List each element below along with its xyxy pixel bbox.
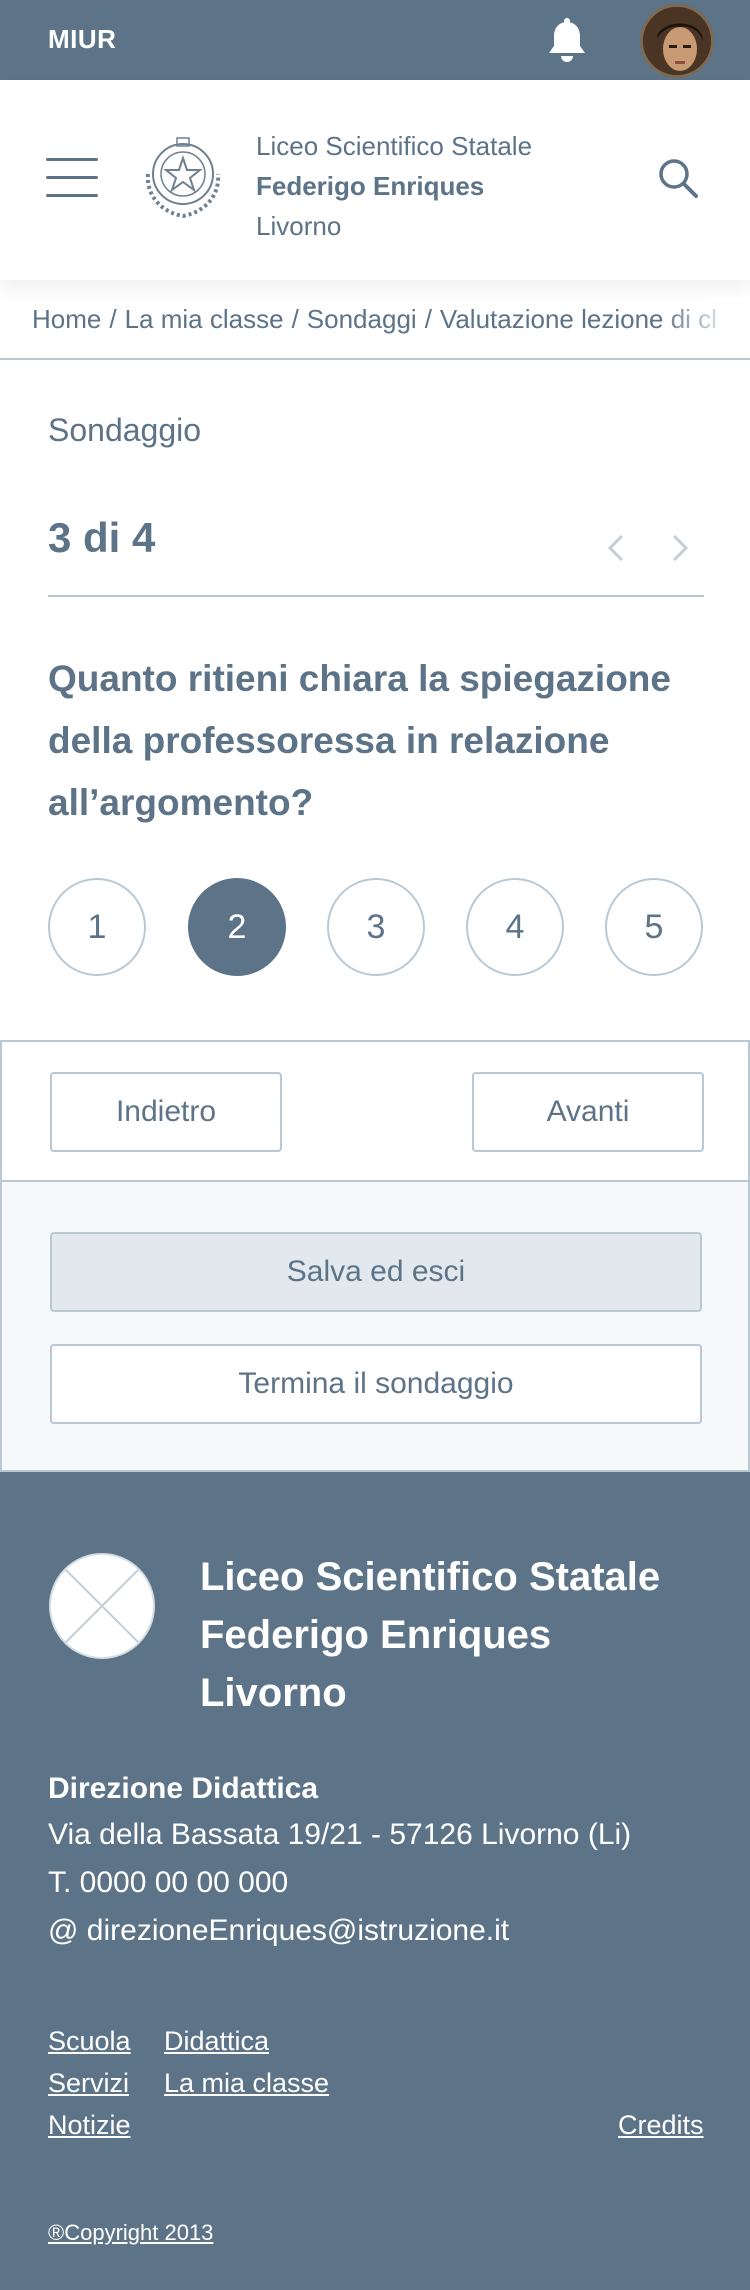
site-footer: Liceo Scientifico Statale Federigo Enriq… — [0, 1472, 750, 2290]
chevron-left-icon[interactable] — [602, 530, 630, 566]
action-panel: Salva ed esci Termina il sondaggio — [0, 1180, 750, 1472]
school-line-2: Federigo Enriques — [256, 171, 485, 201]
breadcrumb-separator: / — [424, 304, 432, 334]
footer-email[interactable]: @ direzioneEnriques@istruzione.it — [48, 1914, 509, 1948]
breadcrumb-surveys[interactable]: Sondaggi — [307, 304, 417, 334]
rating-option-2[interactable]: 2 — [188, 878, 286, 976]
end-survey-button[interactable]: Termina il sondaggio — [50, 1344, 702, 1424]
brand-label[interactable]: MIUR — [48, 24, 116, 55]
footer-direction: Direzione Didattica — [48, 1772, 319, 1805]
rating-options: 1 2 3 4 5 — [48, 878, 708, 978]
avatar[interactable] — [640, 4, 714, 78]
breadcrumb-separator: / — [109, 304, 117, 334]
footer-title-line-3: Livorno — [200, 1671, 347, 1715]
breadcrumb-class[interactable]: La mia classe — [125, 304, 284, 334]
chevron-right-icon[interactable] — [666, 530, 694, 566]
survey-label: Sondaggio — [48, 412, 202, 448]
footer-title-line-1: Liceo Scientifico Statale — [200, 1555, 661, 1599]
footer-link-scuola[interactable]: Scuola — [48, 2026, 131, 2057]
hamburger-menu-icon[interactable] — [46, 158, 98, 198]
breadcrumb-fade — [660, 298, 750, 358]
italian-republic-emblem-icon — [145, 137, 221, 219]
rating-option-5[interactable]: 5 — [605, 878, 703, 976]
avatar-image — [643, 7, 711, 75]
back-button[interactable]: Indietro — [50, 1072, 282, 1152]
footer-school-name[interactable]: Liceo Scientifico Statale Federigo Enriq… — [200, 1548, 660, 1722]
footer-link-credits[interactable]: Credits — [618, 2110, 704, 2141]
save-and-exit-button[interactable]: Salva ed esci — [50, 1232, 702, 1312]
footer-link-notizie[interactable]: Notizie — [48, 2110, 131, 2141]
survey-progress: 3 di 4 — [48, 514, 156, 561]
school-line-1: Liceo Scientifico Statale — [256, 131, 533, 161]
footer-link-servizi[interactable]: Servizi — [48, 2068, 129, 2099]
navigation-panel: Indietro Avanti — [0, 1040, 750, 1182]
survey-question: Quanto ritieni chiara la spiegazione del… — [48, 658, 671, 823]
top-bar: MIUR — [0, 0, 750, 80]
breadcrumb-trail: Home / La mia classe / Sondaggi / Valutazione … — [32, 304, 717, 335]
rating-option-1[interactable]: 1 — [48, 878, 146, 976]
site-header: Liceo Scientifico Statale Federigo Enriq… — [0, 80, 750, 280]
next-button[interactable]: Avanti — [472, 1072, 704, 1152]
divider — [48, 595, 704, 597]
breadcrumb-home[interactable]: Home — [32, 304, 101, 334]
breadcrumb: Home / La mia classe / Sondaggi / Valutazione … — [0, 298, 750, 360]
search-icon[interactable] — [656, 156, 700, 200]
school-line-3: Livorno — [256, 211, 342, 241]
rating-option-4[interactable]: 4 — [466, 878, 564, 976]
breadcrumb-separator: / — [291, 304, 299, 334]
footer-copyright[interactable]: ®Copyright 2013 — [48, 2220, 213, 2246]
bell-icon[interactable] — [542, 16, 592, 66]
school-logo-placeholder-icon — [49, 1553, 155, 1659]
footer-title-line-2: Federigo Enriques — [200, 1613, 552, 1657]
footer-link-didattica[interactable]: Didattica — [164, 2026, 269, 2057]
school-name[interactable]: Liceo Scientifico Statale Federigo Enriq… — [256, 126, 532, 246]
footer-phone: T. 0000 00 00 000 — [48, 1866, 289, 1899]
footer-link-la-mia-classe[interactable]: La mia classe — [164, 2068, 329, 2099]
footer-address: Via della Bassata 19/21 - 57126 Livorno … — [48, 1818, 632, 1851]
rating-option-3[interactable]: 3 — [327, 878, 425, 976]
